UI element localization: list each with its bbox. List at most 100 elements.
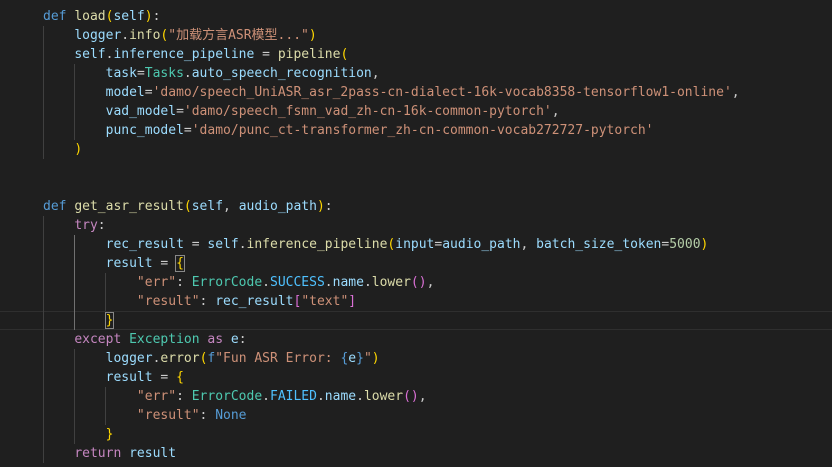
code-token: self: [74, 47, 106, 62]
code-token: =: [183, 237, 208, 252]
code-token: (: [340, 47, 349, 62]
code-line[interactable]: task=Tasks.auto_speech_recognition,: [0, 64, 832, 83]
code-token: def: [43, 199, 67, 214]
code-token: =: [136, 66, 145, 81]
code-token: inference_pipeline: [246, 237, 388, 252]
code-line[interactable]: result = {: [0, 368, 832, 387]
code-token: "text": [301, 294, 349, 309]
code-text: punc_model='damo/punc_ct-transformer_zh-…: [43, 121, 654, 140]
code-token: e: [348, 351, 357, 366]
code-line[interactable]: "result": rec_result["text"]: [0, 292, 832, 311]
code-text: "result": rec_result["text"]: [43, 292, 356, 311]
code-token: batch_size_token: [536, 237, 662, 252]
code-line[interactable]: "result": None: [0, 406, 832, 425]
code-token: 5000: [669, 237, 701, 252]
code-token: as: [207, 332, 224, 347]
code-text: "err": ErrorCode.SUCCESS.name.lower(),: [43, 273, 434, 292]
code-token: .: [324, 275, 333, 290]
code-token: ,: [371, 66, 380, 81]
indent-guide: [73, 349, 75, 444]
code-token: :: [176, 389, 192, 404]
code-text: model='damo/speech_UniASR_asr_2pass-cn-d…: [43, 83, 740, 102]
code-token: result: [105, 370, 153, 385]
code-token: ): [74, 142, 83, 157]
code-line[interactable]: punc_model='damo/punc_ct-transformer_zh-…: [0, 121, 832, 140]
code-text: logger.info("加载方言ASR模型..."): [43, 26, 316, 45]
code-token: :: [176, 275, 192, 290]
code-line[interactable]: rec_result = self.inference_pipeline(inp…: [0, 235, 832, 254]
code-line[interactable]: vad_model='damo/speech_fsmn_vad_zh-cn-16…: [0, 102, 832, 121]
code-text: try:: [43, 216, 105, 235]
code-line[interactable]: except Exception as e:: [0, 330, 832, 349]
code-token: "result": [136, 294, 200, 309]
code-token: self: [207, 237, 239, 252]
code-token: =: [254, 47, 278, 62]
code-token: ): [144, 9, 153, 24]
code-token: .: [121, 28, 130, 43]
code-text: ): [43, 140, 82, 159]
code-token: .: [262, 389, 270, 404]
code-token: lower: [363, 389, 404, 404]
code-token: ): [700, 237, 709, 252]
code-token: punc_model: [105, 123, 184, 138]
code-line[interactable]: self.inference_pipeline = pipeline(: [0, 45, 832, 64]
code-line[interactable]: model='damo/speech_UniASR_asr_2pass-cn-d…: [0, 83, 832, 102]
code-line[interactable]: "err": ErrorCode.FAILED.name.lower(),: [0, 387, 832, 406]
code-token: result: [129, 446, 177, 461]
indent-guide: [43, 216, 44, 463]
code-token: load: [74, 9, 106, 24]
code-token: ,: [551, 104, 560, 119]
code-line[interactable]: logger.error(f"Fun ASR Error: {e}"): [0, 349, 832, 368]
code-token: .: [356, 389, 364, 404]
code-token: }: [104, 312, 115, 329]
code-text: }: [43, 312, 115, 329]
code-token: 'damo/punc_ct-transformer_zh-cn-common-v…: [191, 123, 654, 138]
code-token: SUCCESS: [270, 275, 325, 290]
code-token: .: [316, 389, 325, 404]
code-line[interactable]: def load(self):: [0, 7, 832, 26]
code-line[interactable]: ): [0, 140, 832, 159]
code-token: Exception: [129, 332, 200, 347]
code-token: self: [113, 9, 145, 24]
code-text: vad_model='damo/speech_fsmn_vad_zh-cn-16…: [43, 102, 560, 121]
code-token: e: [230, 332, 239, 347]
code-token: except: [74, 332, 122, 347]
code-token: model: [105, 85, 145, 100]
code-token: self: [191, 199, 224, 214]
code-line[interactable]: logger.info("加载方言ASR模型..."): [0, 26, 832, 45]
code-line[interactable]: try:: [0, 216, 832, 235]
code-token: ,: [520, 237, 537, 252]
code-text: logger.error(f"Fun ASR Error: {e}"): [43, 349, 380, 368]
code-line[interactable]: [0, 159, 832, 178]
code-token: ": [363, 351, 372, 366]
code-line[interactable]: }: [0, 425, 832, 444]
code-line[interactable]: return result: [0, 444, 832, 463]
code-token: }: [356, 351, 364, 366]
code-token: ): [371, 351, 380, 366]
code-token: :: [199, 294, 216, 309]
code-token: ,: [426, 275, 435, 290]
code-token: .: [183, 66, 192, 81]
code-token: ,: [731, 85, 740, 100]
code-token: try: [74, 218, 98, 233]
code-line[interactable]: [0, 178, 832, 197]
code-line[interactable]: def get_asr_result(self, audio_path):: [0, 197, 832, 216]
code-token: :: [152, 9, 161, 24]
code-text: result = {: [43, 254, 185, 273]
code-line[interactable]: result = {: [0, 254, 832, 273]
code-token: task: [105, 66, 137, 81]
code-text: }: [43, 425, 114, 444]
code-line-current[interactable]: }: [0, 311, 832, 330]
code-token: 'damo/speech_fsmn_vad_zh-cn-16k-common-p…: [183, 104, 552, 119]
code-editor[interactable]: def load(self): logger.info("加载方言ASR模型..…: [0, 0, 832, 467]
code-line[interactable]: "err": ErrorCode.SUCCESS.name.lower(),: [0, 273, 832, 292]
code-token: (): [403, 389, 419, 404]
code-text: except Exception as e:: [43, 330, 246, 349]
